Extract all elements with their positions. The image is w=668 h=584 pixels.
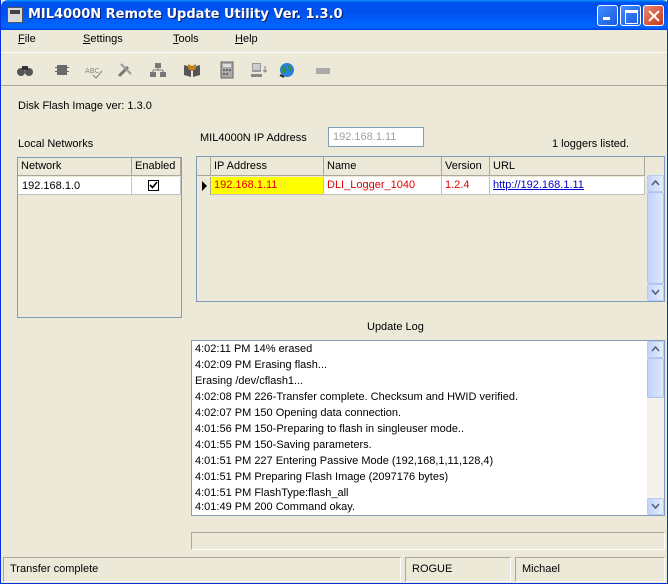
- scroll-down-button[interactable]: [647, 284, 664, 301]
- log-line: 4:02:07 PM 150 Opening data connection.: [195, 407, 402, 419]
- ip-address-label: MIL4000N IP Address: [200, 132, 307, 144]
- log-line: 4:01:51 PM 227 Entering Passive Mode (19…: [195, 455, 494, 467]
- logger-ip-cell[interactable]: 192.168.1.11: [211, 177, 324, 195]
- column-header-name[interactable]: Name: [324, 157, 442, 176]
- scroll-up-button[interactable]: [647, 341, 664, 358]
- local-networks-table[interactable]: Network Enabled 192.168.1.0: [17, 157, 182, 318]
- calculator-icon[interactable]: [218, 61, 236, 79]
- status-user: Michael: [515, 557, 665, 582]
- title-bar[interactable]: MIL4000N Remote Update Utility Ver. 1.3.…: [1, 0, 668, 30]
- update-log[interactable]: 4:02:11 PM 14% erased 4:02:09 PM Erasing…: [191, 340, 665, 516]
- status-message: Transfer complete: [3, 557, 401, 582]
- status-host: ROGUE: [405, 557, 511, 582]
- log-line: 4:01:56 PM 150-Preparing to flash in sin…: [195, 423, 465, 435]
- column-header-version[interactable]: Version: [442, 157, 490, 176]
- minimize-button[interactable]: [597, 5, 618, 26]
- menu-file[interactable]: File: [18, 33, 36, 45]
- column-header-url[interactable]: URL: [490, 157, 645, 176]
- menu-tools[interactable]: Tools: [173, 33, 199, 45]
- ip-address-input[interactable]: 192.168.1.11: [328, 127, 424, 147]
- enabled-cell[interactable]: [132, 177, 181, 195]
- scroll-thumb[interactable]: [647, 358, 664, 398]
- binoculars-icon[interactable]: [16, 61, 34, 79]
- column-header-ip-address[interactable]: IP Address: [211, 157, 324, 176]
- globe-icon[interactable]: [278, 61, 296, 79]
- log-line: 4:02:09 PM Erasing flash...: [195, 359, 328, 371]
- computer-icon[interactable]: [250, 61, 268, 79]
- column-header-enabled[interactable]: Enabled: [132, 158, 181, 176]
- network-icon[interactable]: [149, 61, 167, 79]
- scroll-up-button[interactable]: [647, 175, 664, 192]
- close-button[interactable]: [643, 5, 664, 26]
- log-scrollbar[interactable]: [647, 341, 664, 515]
- logger-version-cell[interactable]: 1.2.4: [442, 177, 490, 195]
- book-icon[interactable]: [183, 61, 201, 79]
- loggers-count: 1 loggers listed.: [552, 138, 630, 150]
- scroll-down-button[interactable]: [647, 498, 664, 515]
- log-line: Erasing /dev/cflash1...: [195, 375, 304, 387]
- menu-settings[interactable]: Settings: [83, 33, 123, 45]
- window-title: MIL4000N Remote Update Utility Ver. 1.3.…: [28, 7, 343, 22]
- local-networks-title: Local Networks: [18, 138, 94, 150]
- log-line: 4:01:55 PM 150-Saving parameters.: [195, 439, 372, 451]
- svg-text:ABC: ABC: [85, 67, 99, 75]
- menu-bar: File Settings Tools Help: [1, 30, 667, 50]
- enabled-checkbox[interactable]: [148, 180, 159, 191]
- row-indicator-header: [197, 157, 211, 176]
- maximize-button[interactable]: [620, 5, 641, 26]
- log-line: 4:01:49 PM 200 Command okay.: [195, 501, 355, 513]
- disk-flash-image-version: Disk Flash Image ver: 1.3.0: [18, 100, 152, 112]
- spellcheck-icon[interactable]: ABC: [85, 61, 103, 79]
- chip-icon[interactable]: [53, 61, 71, 79]
- log-line: 4:01:51 PM FlashType:flash_all: [195, 487, 349, 499]
- current-row-indicator: [198, 177, 211, 195]
- status-bar: Transfer complete ROGUE Michael: [1, 555, 667, 583]
- menu-help[interactable]: Help: [235, 33, 258, 45]
- tools-icon[interactable]: [116, 61, 134, 79]
- loggers-table[interactable]: IP Address Name Version URL 192.168.1.11…: [196, 156, 665, 302]
- logger-name-cell[interactable]: DLI_Logger_1040: [324, 177, 442, 195]
- logger-url-link[interactable]: http://192.168.1.11: [493, 179, 584, 191]
- column-header-network[interactable]: Network: [18, 158, 132, 176]
- scroll-thumb[interactable]: [647, 192, 664, 284]
- disk-icon[interactable]: [314, 61, 332, 79]
- logger-url-cell[interactable]: http://192.168.1.11: [490, 177, 645, 195]
- app-icon: [7, 7, 23, 23]
- loggers-scrollbar[interactable]: [647, 175, 664, 301]
- transfer-progress-bar: [191, 532, 665, 550]
- log-line: 4:01:51 PM Preparing Flash Image (209717…: [195, 471, 449, 483]
- log-line: 4:02:11 PM 14% erased: [195, 343, 313, 355]
- log-line: 4:02:08 PM 226-Transfer complete. Checks…: [195, 391, 519, 403]
- toolbar: ABC: [1, 52, 667, 86]
- network-cell[interactable]: 192.168.1.0: [18, 177, 132, 195]
- update-log-title: Update Log: [367, 321, 424, 333]
- app-window: MIL4000N Remote Update Utility Ver. 1.3.…: [0, 0, 668, 584]
